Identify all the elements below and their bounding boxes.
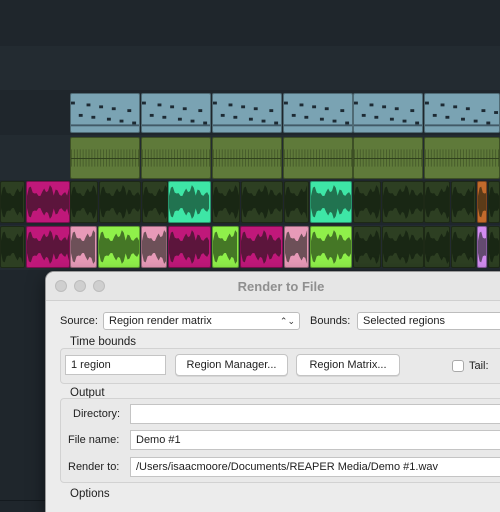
audio-item[interactable] [212, 137, 282, 179]
audio-item[interactable] [283, 137, 353, 179]
chevron-updown-icon: ⌃⌄ [279, 316, 295, 326]
region-matrix-button[interactable]: Region Matrix... [296, 354, 400, 376]
audio-item[interactable] [212, 181, 240, 223]
audio-item[interactable] [488, 181, 500, 223]
audio-item[interactable] [451, 181, 476, 223]
midi-item[interactable] [424, 93, 500, 133]
audio-item[interactable] [310, 226, 352, 268]
audio-item[interactable] [353, 226, 381, 268]
bounds-dropdown-value: Selected regions [363, 315, 445, 327]
directory-label: Directory: [73, 408, 121, 420]
tail-label: Tail: [469, 360, 489, 372]
render-to-file-dialog: Render to File Source: Region render mat… [46, 272, 500, 512]
midi-item[interactable] [212, 93, 282, 133]
render-to-value: /Users/isaacmoore/Documents/REAPER Media… [136, 461, 439, 473]
file-name-field[interactable]: Demo #1 [130, 430, 500, 450]
time-bounds-heading: Time bounds [70, 336, 137, 348]
midi-item[interactable] [70, 93, 140, 133]
region-count-field[interactable]: 1 region [65, 355, 166, 375]
audio-item[interactable] [477, 181, 487, 223]
audio-item[interactable] [477, 226, 487, 268]
source-dropdown-value: Region render matrix [109, 315, 212, 327]
track-lane[interactable] [0, 0, 500, 47]
audio-item[interactable] [353, 181, 381, 223]
region-count-value: 1 region [71, 359, 111, 371]
audio-item[interactable] [241, 181, 283, 223]
dialog-titlebar[interactable]: Render to File [46, 272, 500, 301]
audio-item[interactable] [310, 181, 352, 223]
audio-item[interactable] [0, 181, 25, 223]
midi-item[interactable] [283, 93, 353, 133]
audio-item[interactable] [488, 226, 500, 268]
audio-item[interactable] [0, 226, 25, 268]
file-name-value: Demo #1 [136, 434, 181, 446]
audio-item[interactable] [424, 226, 450, 268]
file-name-label: File name: [68, 434, 120, 446]
audio-item[interactable] [168, 181, 211, 223]
dialog-title: Render to File [237, 279, 325, 294]
audio-item[interactable] [70, 137, 140, 179]
audio-item[interactable] [451, 226, 476, 268]
audio-item[interactable] [284, 181, 309, 223]
midi-item[interactable] [141, 93, 211, 133]
audio-item[interactable] [142, 181, 168, 223]
bounds-dropdown[interactable]: Selected regions [357, 312, 500, 330]
audio-item[interactable] [382, 226, 424, 268]
audio-item[interactable] [141, 226, 167, 268]
audio-item[interactable] [240, 226, 283, 268]
audio-item[interactable] [382, 181, 424, 223]
source-dropdown[interactable]: Region render matrix ⌃⌄ [103, 312, 300, 330]
render-to-field[interactable]: /Users/isaacmoore/Documents/REAPER Media… [130, 457, 500, 477]
directory-field[interactable] [130, 404, 500, 424]
audio-item[interactable] [70, 226, 97, 268]
tail-checkbox[interactable] [452, 360, 464, 372]
options-heading: Options [70, 488, 110, 500]
audio-item[interactable] [353, 137, 423, 179]
audio-item[interactable] [424, 137, 500, 179]
audio-item[interactable] [70, 181, 98, 223]
midi-item[interactable] [353, 93, 423, 133]
audio-item[interactable] [212, 226, 239, 268]
audio-item[interactable] [26, 181, 70, 223]
render-to-label: Render to: [68, 461, 120, 473]
audio-item[interactable] [26, 226, 70, 268]
audio-item[interactable] [141, 137, 211, 179]
audio-item[interactable] [284, 226, 309, 268]
bounds-label: Bounds: [310, 315, 351, 327]
audio-item[interactable] [99, 181, 141, 223]
audio-item[interactable] [424, 181, 450, 223]
source-label: Source: [60, 315, 98, 327]
audio-item[interactable] [168, 226, 211, 268]
track-lane[interactable] [0, 46, 500, 91]
audio-item[interactable] [98, 226, 140, 268]
region-manager-button[interactable]: Region Manager... [175, 354, 288, 376]
